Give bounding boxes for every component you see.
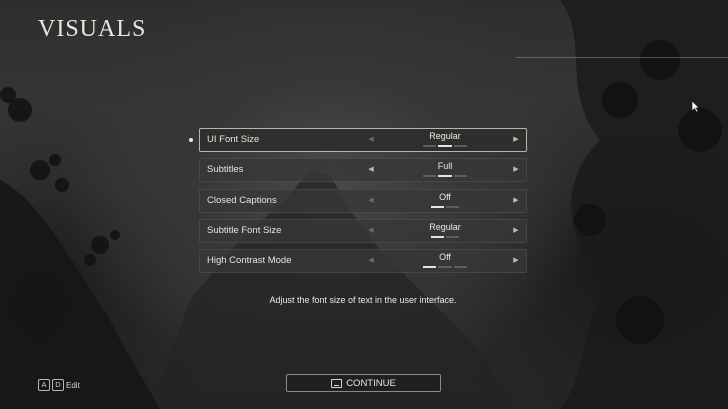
value-ticks <box>423 266 467 269</box>
chevron-right-icon[interactable]: ▶ <box>511 163 521 177</box>
setting-label: Closed Captions <box>207 194 277 206</box>
settings-list: UI Font Size ◀ Regular ▶ Subtitles ◀ Ful… <box>199 128 527 279</box>
setting-label: UI Font Size <box>207 134 260 145</box>
continue-label: CONTINUE <box>346 377 396 389</box>
chevron-left-icon[interactable]: ◀ <box>366 163 376 177</box>
header-divider <box>516 57 728 58</box>
chevron-right-icon[interactable]: ▶ <box>511 133 521 147</box>
setting-label: Subtitles <box>207 164 244 176</box>
setting-value: Regular <box>429 221 461 232</box>
chevron-left-icon[interactable]: ◀ <box>366 194 376 208</box>
setting-value: Full <box>437 161 453 172</box>
setting-value: Off <box>439 252 451 263</box>
chevron-right-icon[interactable]: ▶ <box>511 194 521 208</box>
setting-label: Subtitle Font Size <box>207 224 282 236</box>
chevron-right-icon[interactable]: ▶ <box>511 224 521 238</box>
value-ticks <box>431 235 459 238</box>
setting-row-ui-font-size[interactable]: UI Font Size ◀ Regular ▶ <box>199 128 527 152</box>
hint-label: Edit <box>66 380 80 390</box>
setting-row-closed-captions[interactable]: Closed Captions ◀ Off ▶ <box>199 188 527 213</box>
mouse-cursor-icon <box>691 100 700 113</box>
value-ticks <box>423 145 467 147</box>
chevron-right-icon[interactable]: ▶ <box>511 254 521 268</box>
setting-description: Adjust the font size of text in the user… <box>269 295 457 305</box>
setting-row-subtitles[interactable]: Subtitles ◀ Full ▶ <box>199 158 527 183</box>
selection-indicator <box>189 138 193 142</box>
edit-hint: A D Edit <box>38 379 80 391</box>
chevron-left-icon[interactable]: ◀ <box>366 224 376 238</box>
setting-label: High Contrast Mode <box>207 255 292 267</box>
value-ticks <box>431 205 459 208</box>
value-ticks <box>423 175 467 178</box>
keyboard-key-icon <box>331 378 343 388</box>
setting-row-high-contrast-mode[interactable]: High Contrast Mode ◀ Off ▶ <box>199 249 527 274</box>
page-title: VISUALS <box>38 16 147 42</box>
setting-value: Regular <box>429 131 461 141</box>
chevron-left-icon[interactable]: ◀ <box>366 254 376 268</box>
key-a-icon: A <box>38 379 50 391</box>
setting-row-subtitle-font-size[interactable]: Subtitle Font Size ◀ Regular ▶ <box>199 218 527 243</box>
setting-value: Off <box>439 191 451 202</box>
continue-button[interactable]: CONTINUE <box>286 374 441 392</box>
chevron-left-icon[interactable]: ◀ <box>366 133 376 147</box>
key-d-icon: D <box>52 379 64 391</box>
